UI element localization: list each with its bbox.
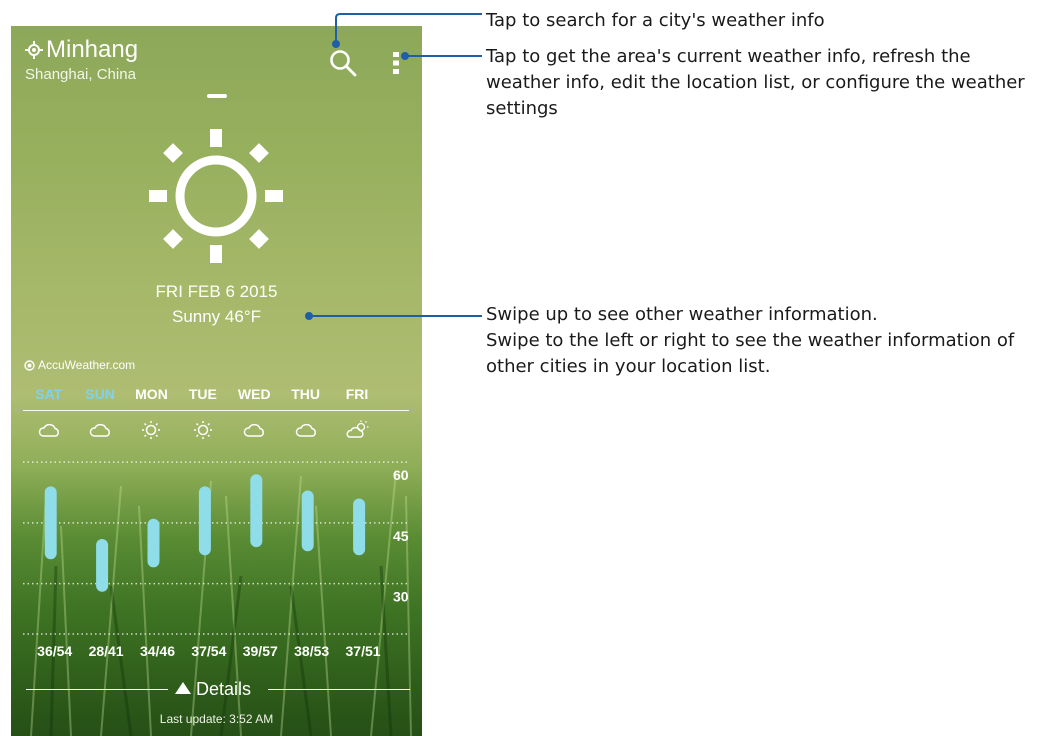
annotation-swipe-line1: Swipe up to see other weather informatio… bbox=[486, 304, 878, 325]
annotation-swipe: Swipe up to see other weather informatio… bbox=[486, 302, 1046, 380]
annotation-search: Tap to search for a city's weather info bbox=[486, 10, 825, 31]
callout-dot-search bbox=[332, 40, 340, 48]
annotation-swipe-line2: Swipe to the left or right to see the we… bbox=[486, 330, 1015, 377]
callout-dot-swipe bbox=[305, 312, 313, 320]
callout-dot-menu bbox=[401, 52, 409, 60]
annotation-menu: Tap to get the area's current weather in… bbox=[486, 46, 1025, 119]
